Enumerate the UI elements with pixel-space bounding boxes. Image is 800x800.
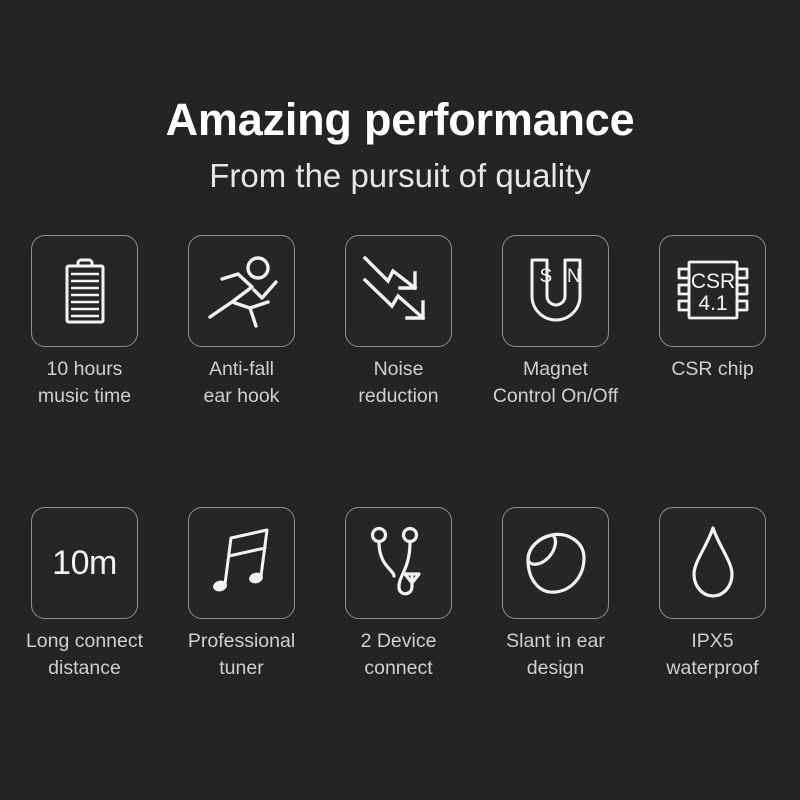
- feature-label: Long connect distance: [25, 630, 144, 679]
- icon-box: [345, 507, 452, 619]
- chip-label-line2: 4.1: [698, 292, 727, 315]
- feature-item-slant-ear[interactable]: Slant in ear design: [502, 507, 609, 682]
- feature-item-csr-chip[interactable]: CSR 4.1 CSR chip: [659, 235, 766, 383]
- feature-item-long-distance[interactable]: 10m Long connect distance: [26, 507, 143, 682]
- icon-box: CSR 4.1: [659, 235, 766, 347]
- icon-box: [31, 235, 138, 347]
- running-person-icon: [207, 256, 278, 328]
- feature-label: CSR chip: [671, 358, 754, 380]
- feature-item-professional-tuner[interactable]: Professional tuner: [188, 507, 295, 682]
- feature-label: Slant in ear design: [506, 630, 605, 679]
- icon-box: 10m: [31, 507, 138, 619]
- chip-label-line1: CSR: [690, 270, 734, 293]
- magnet-pole-north: N: [567, 266, 581, 287]
- horseshoe-magnet-icon: S N: [530, 258, 581, 322]
- icon-box: S N: [502, 235, 609, 347]
- feature-item-noise-reduction[interactable]: Noise reduction: [345, 235, 452, 410]
- feature-label: Noise reduction: [358, 358, 439, 407]
- feature-row-2: 10m Long connect distance Professional t…: [26, 507, 769, 682]
- icon-box: [188, 507, 295, 619]
- feature-item-dual-device[interactable]: 2 Device connect: [345, 507, 452, 682]
- feature-grid: 10 hours music time Anti-fall ear hook N…: [26, 235, 769, 682]
- header: Amazing performance From the pursuit of …: [0, 92, 800, 196]
- icon-box: [345, 235, 452, 347]
- ear-tip-icon: [525, 532, 586, 594]
- page-title: Amazing performance: [165, 94, 635, 145]
- feature-label: Professional tuner: [187, 630, 296, 679]
- chip-icon: CSR 4.1: [677, 260, 748, 320]
- feature-label: IPX5 waterproof: [666, 630, 759, 679]
- feature-item-battery[interactable]: 10 hours music time: [31, 235, 138, 410]
- feature-row-1: 10 hours music time Anti-fall ear hook N…: [31, 235, 769, 410]
- water-drop-icon: [691, 526, 734, 598]
- feature-label: 10 hours music time: [37, 358, 132, 407]
- feature-label: 2 Device connect: [360, 630, 437, 679]
- feature-label: Magnet Control On/Off: [492, 358, 619, 407]
- feature-label: Anti-fall ear hook: [203, 358, 280, 407]
- feature-item-magnet[interactable]: S N Magnet Control On/Off: [493, 235, 618, 410]
- feature-item-anti-fall[interactable]: Anti-fall ear hook: [188, 235, 295, 410]
- icon-box: [188, 235, 295, 347]
- battery-icon: [65, 258, 104, 324]
- dual-device-icon: [370, 526, 421, 596]
- icon-box: [659, 507, 766, 619]
- descending-arrows-icon: [362, 255, 425, 321]
- page-subtitle: From the pursuit of quality: [209, 157, 591, 194]
- distance-text-icon: 10m: [52, 544, 117, 582]
- magnet-pole-south: S: [539, 266, 552, 287]
- feature-item-waterproof[interactable]: IPX5 waterproof: [659, 507, 766, 682]
- icon-box: [502, 507, 609, 619]
- promo-page: Amazing performance From the pursuit of …: [0, 0, 800, 800]
- music-note-icon: [212, 528, 268, 592]
